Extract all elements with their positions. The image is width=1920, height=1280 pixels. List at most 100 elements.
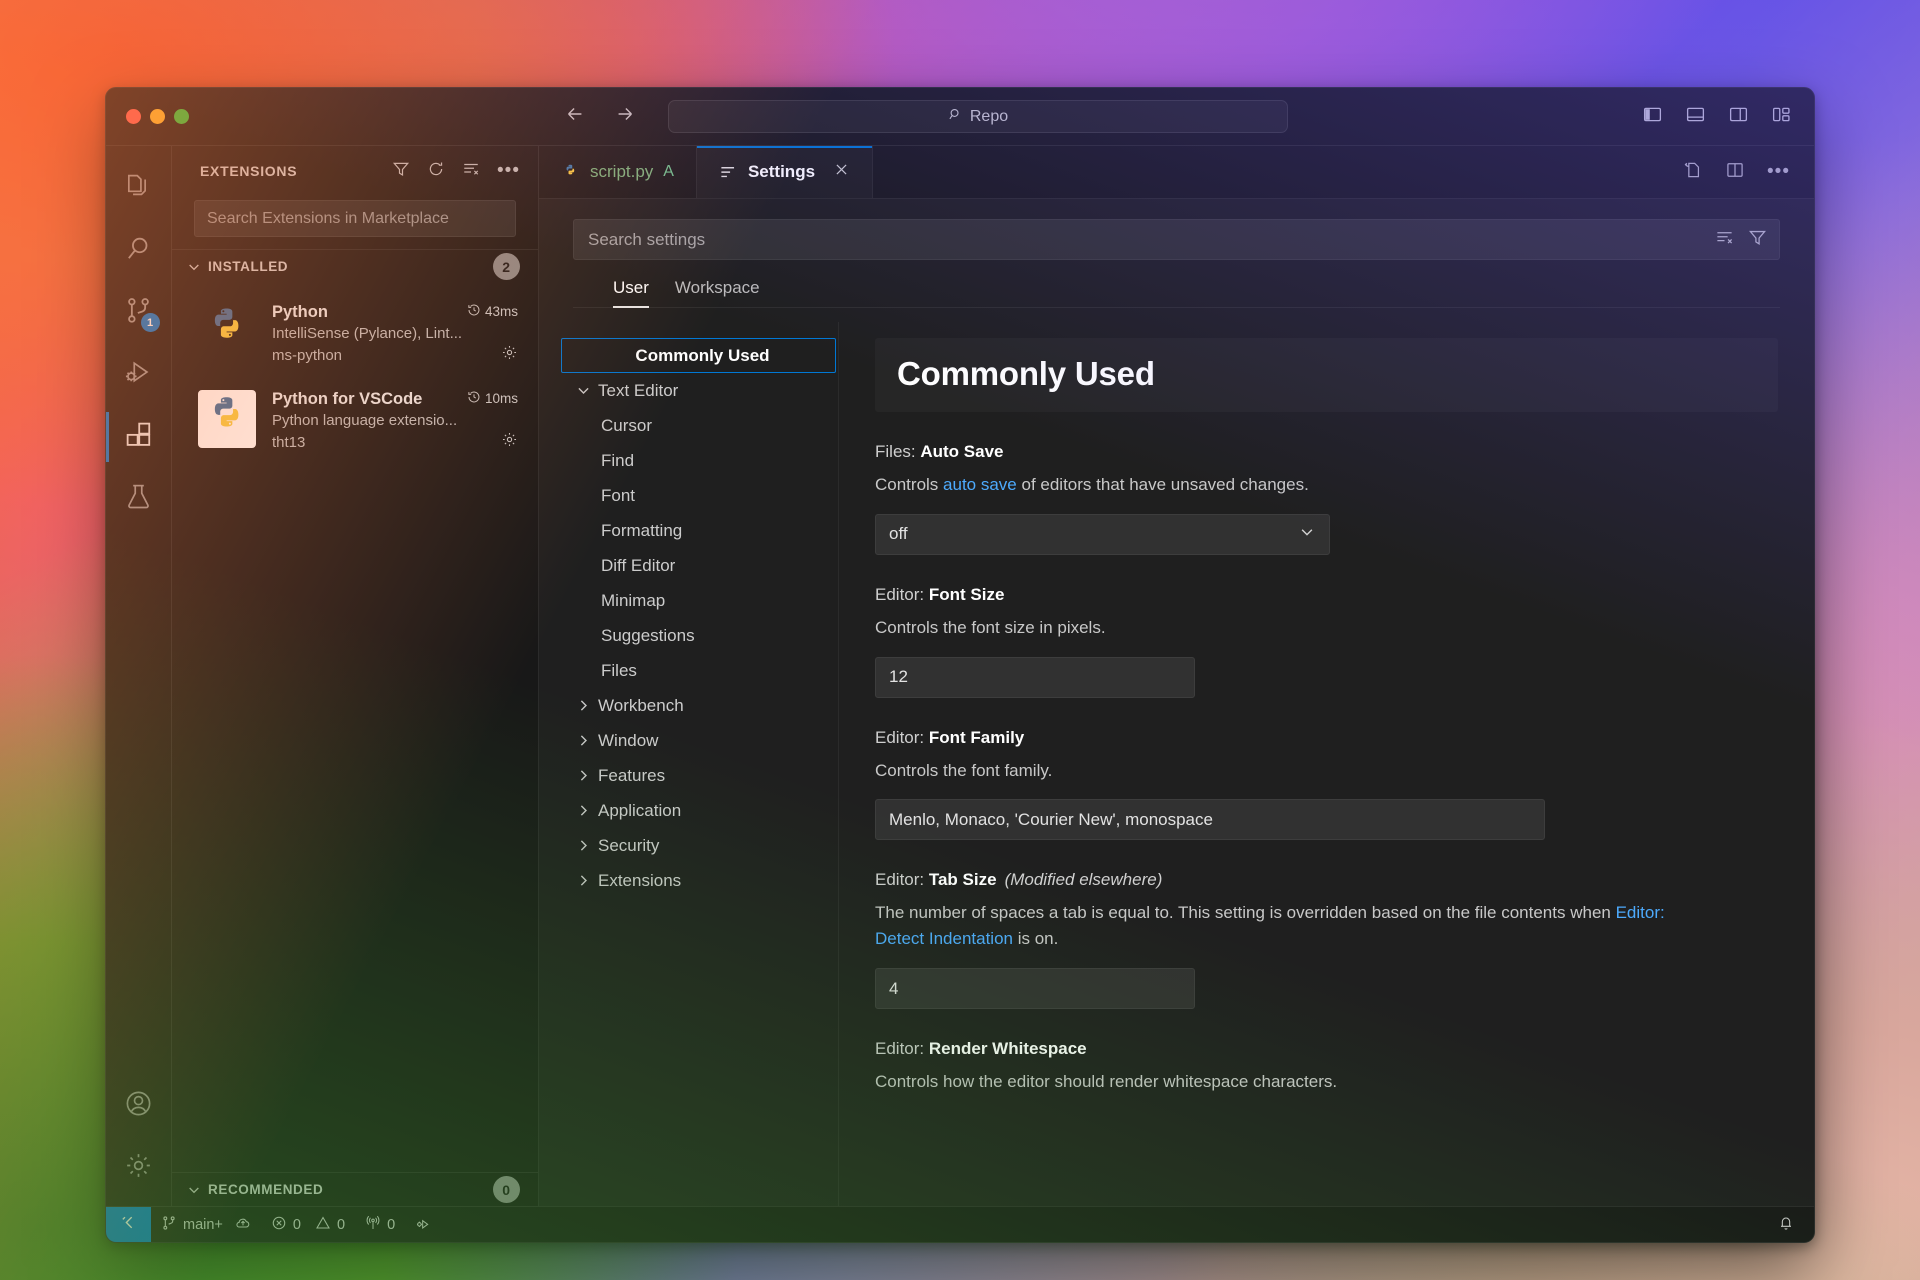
sidebar-actions: ••• [392, 160, 520, 183]
toc-item-security[interactable]: Security [561, 828, 838, 863]
filter-icon[interactable] [1748, 228, 1767, 252]
toc-label: Features [598, 765, 666, 785]
toc-item-cursor[interactable]: Cursor [561, 408, 838, 443]
more-actions-icon[interactable]: ••• [497, 161, 520, 180]
toc-item-workbench[interactable]: Workbench [561, 688, 838, 723]
command-center[interactable]: Repo [668, 100, 1288, 133]
close-icon[interactable] [833, 161, 850, 183]
gear-icon[interactable] [501, 344, 518, 366]
status-problems[interactable]: 0 0 [261, 1207, 355, 1243]
extensions-sidebar: EXTENSIONS ••• Search Extensions in Mark… [172, 146, 539, 1206]
toc-item-minimap[interactable]: Minimap [561, 583, 838, 618]
status-notifications[interactable] [1768, 1207, 1814, 1243]
toc-item-find[interactable]: Find [561, 443, 838, 478]
status-run-task[interactable] [405, 1207, 441, 1243]
activitybar-item-source-control[interactable]: 1 [106, 282, 172, 344]
python-logo [198, 303, 256, 361]
setting-modified-note: (Modified elsewhere) [1004, 870, 1163, 890]
toggle-secondary-sidebar-icon[interactable] [1728, 104, 1749, 130]
filter-icon[interactable] [392, 160, 410, 183]
toc-label: Text Editor [598, 380, 679, 400]
settings-editor-icon [719, 163, 738, 182]
input-value: 12 [889, 667, 908, 687]
history-icon [467, 303, 481, 320]
bell-icon [1778, 1215, 1794, 1235]
tab-workspace[interactable]: Workspace [675, 278, 760, 307]
extension-activation-time: 43ms [467, 303, 518, 320]
toggle-panel-icon[interactable] [1685, 104, 1706, 130]
chevron-down-icon [575, 382, 592, 399]
setting-editor-font-family: Editor: Font Family Controls the font fa… [875, 698, 1778, 841]
extension-footer: ms-python [272, 344, 518, 366]
source-control-badge: 1 [140, 313, 160, 332]
setting-control: off [875, 513, 1778, 555]
open-changes-icon[interactable] [1683, 160, 1703, 185]
status-ports[interactable]: 0 [355, 1207, 405, 1243]
split-editor-icon[interactable] [1725, 160, 1745, 185]
zoom-window-button[interactable] [174, 109, 189, 124]
more-actions-icon[interactable]: ••• [1767, 162, 1790, 181]
recommended-section-header[interactable]: RECOMMENDED 0 [172, 1172, 538, 1206]
status-branch[interactable]: main+ [151, 1207, 261, 1243]
extension-list-item[interactable]: Python for VSCode 10ms Python language e… [172, 378, 538, 465]
toc-item-commonly-used[interactable]: Commonly Used [561, 338, 836, 373]
toc-item-window[interactable]: Window [561, 723, 838, 758]
input-value: 4 [889, 978, 899, 998]
run-task-icon [415, 1215, 431, 1235]
toc-item-diff-editor[interactable]: Diff Editor [561, 548, 838, 583]
setting-control: 12 [875, 656, 1778, 698]
activitybar-item-search[interactable] [106, 220, 172, 282]
gear-icon[interactable] [501, 431, 518, 453]
installed-section-header[interactable]: INSTALLED 2 [172, 249, 538, 283]
toc-item-suggestions[interactable]: Suggestions [561, 618, 838, 653]
clear-list-icon[interactable] [462, 160, 480, 183]
customize-layout-icon[interactable] [1771, 104, 1792, 130]
minimize-window-button[interactable] [150, 109, 165, 124]
close-window-button[interactable] [126, 109, 141, 124]
tab-size-input[interactable]: 4 [875, 968, 1195, 1010]
auto-save-select[interactable]: off [875, 513, 1330, 555]
arrow-left-icon[interactable] [564, 103, 586, 130]
toc-item-files[interactable]: Files [561, 653, 838, 688]
desc-part: Controls [875, 475, 944, 494]
activitybar-item-run-and-debug[interactable] [106, 344, 172, 406]
activitybar-item-manage[interactable] [106, 1144, 172, 1206]
setting-name: Auto Save [920, 442, 1004, 461]
extensions-search-input[interactable]: Search Extensions in Marketplace [194, 200, 516, 237]
gear-icon [124, 1151, 153, 1185]
toggle-primary-sidebar-icon[interactable] [1642, 104, 1663, 130]
setting-description: Controls how the editor should render wh… [875, 1072, 1338, 1092]
refresh-icon[interactable] [427, 160, 445, 183]
font-family-input[interactable]: Menlo, Monaco, 'Courier New', monospace [875, 799, 1545, 841]
extension-list-item[interactable]: Python 43ms IntelliSense (Pylance), Lint… [172, 291, 538, 378]
toc-item-extensions[interactable]: Extensions [561, 863, 838, 898]
activitybar-item-explorer[interactable] [106, 158, 172, 220]
tab-script-py[interactable]: script.py A [539, 146, 697, 198]
toc-item-features[interactable]: Features [561, 758, 838, 793]
activitybar-item-testing[interactable] [106, 468, 172, 530]
settings-search-input[interactable]: Search settings [573, 219, 1780, 260]
toc-item-text-editor[interactable]: Text Editor [561, 373, 838, 408]
setting-description: Controls auto save of editors that have … [875, 472, 1675, 498]
extension-description: Python language extensio... [272, 412, 458, 429]
history-icon [467, 390, 481, 407]
cloud-sync-icon[interactable] [235, 1215, 251, 1235]
activitybar-item-extensions[interactable] [106, 406, 172, 468]
clear-filters-icon[interactable] [1715, 228, 1734, 252]
workbench-body: 1 EXTENSIONS ••• Search Extensions in Ma… [106, 146, 1814, 1206]
toc-item-formatting[interactable]: Formatting [561, 513, 838, 548]
settings-main: Commonly Used Text Editor Cursor Find Fo… [539, 308, 1814, 1206]
tab-settings[interactable]: Settings [696, 146, 874, 198]
setting-prefix: Editor: [875, 1039, 929, 1059]
auto-save-link[interactable]: auto save [943, 475, 1017, 494]
toc-item-font[interactable]: Font [561, 478, 838, 513]
editor-tab-bar: script.py A Settings ••• [539, 146, 1814, 199]
tab-user[interactable]: User [613, 278, 649, 308]
extension-info: Python for VSCode 10ms Python language e… [272, 390, 518, 453]
toc-item-application[interactable]: Application [561, 793, 838, 828]
remote-window-indicator[interactable] [106, 1206, 151, 1242]
activitybar-item-accounts[interactable] [106, 1082, 172, 1144]
arrow-right-icon[interactable] [614, 103, 636, 130]
ports-count: 0 [387, 1216, 396, 1233]
font-size-input[interactable]: 12 [875, 656, 1195, 698]
